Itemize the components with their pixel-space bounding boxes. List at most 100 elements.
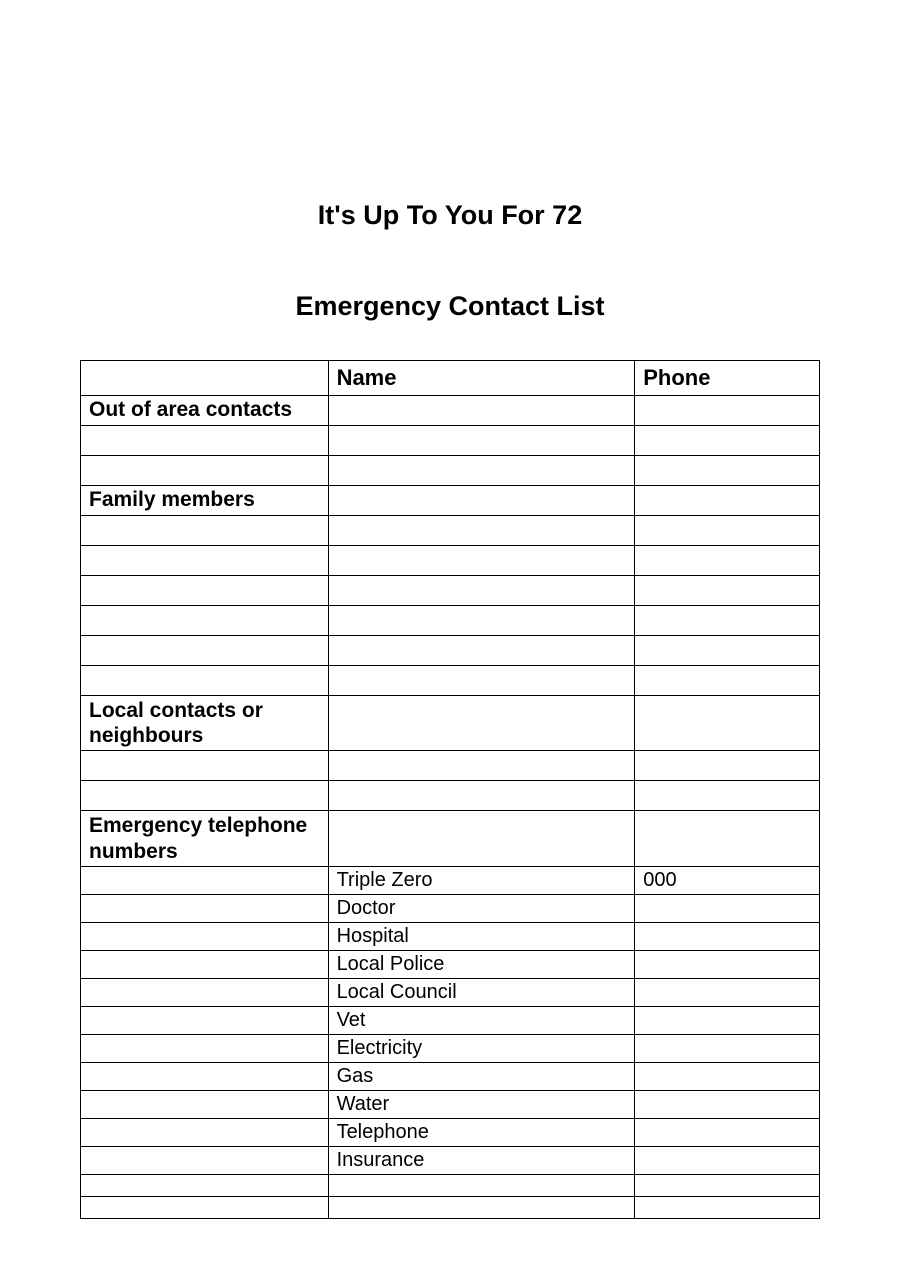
cell-label: [81, 1090, 329, 1118]
cell-name: [328, 1196, 635, 1218]
cell-name: [328, 426, 635, 456]
cell-name: Triple Zero: [328, 866, 635, 894]
cell-label: [81, 426, 329, 456]
table-row: Local Council: [81, 978, 820, 1006]
cell-label: Emergency telephone numbers: [81, 811, 329, 866]
contact-table: Name Phone Out of area contacts Family me…: [80, 360, 820, 1219]
table-row: Family members: [81, 486, 820, 516]
cell-phone: [635, 396, 820, 426]
cell-label: [81, 576, 329, 606]
cell-label: [81, 781, 329, 811]
cell-name: Electricity: [328, 1034, 635, 1062]
cell-name: [328, 396, 635, 426]
table-row: Local Police: [81, 950, 820, 978]
cell-label: [81, 606, 329, 636]
table-row: [81, 1196, 820, 1218]
cell-phone: [635, 1034, 820, 1062]
cell-name: [328, 456, 635, 486]
cell-label: [81, 1034, 329, 1062]
cell-phone: [635, 922, 820, 950]
cell-phone: [635, 636, 820, 666]
cell-phone: 000: [635, 866, 820, 894]
table-row: Doctor: [81, 894, 820, 922]
cell-label: [81, 546, 329, 576]
cell-name: Local Council: [328, 978, 635, 1006]
cell-phone: [635, 751, 820, 781]
cell-phone: [635, 781, 820, 811]
table-row: Electricity: [81, 1034, 820, 1062]
document-page: It's Up To You For 72 Emergency Contact …: [0, 0, 900, 1219]
cell-phone: [635, 486, 820, 516]
cell-phone: [635, 1146, 820, 1174]
cell-label: [81, 922, 329, 950]
cell-label: [81, 1196, 329, 1218]
cell-phone: [635, 1062, 820, 1090]
cell-phone: [635, 546, 820, 576]
cell-phone: [635, 1090, 820, 1118]
table-row: [81, 606, 820, 636]
cell-label: [81, 456, 329, 486]
table-row: Hospital: [81, 922, 820, 950]
cell-label: [81, 516, 329, 546]
cell-name: [328, 546, 635, 576]
cell-label: Out of area contacts: [81, 396, 329, 426]
cell-name: [328, 781, 635, 811]
table-row: [81, 781, 820, 811]
cell-name: [328, 606, 635, 636]
cell-label: [81, 978, 329, 1006]
cell-phone: [635, 811, 820, 866]
cell-phone: [635, 516, 820, 546]
cell-phone: [635, 978, 820, 1006]
cell-label: [81, 950, 329, 978]
cell-name: Doctor: [328, 894, 635, 922]
cell-phone: [635, 576, 820, 606]
table-row: Telephone: [81, 1118, 820, 1146]
header-label: [81, 361, 329, 396]
cell-phone: [635, 606, 820, 636]
table-row: Emergency telephone numbers: [81, 811, 820, 866]
table-row: [81, 666, 820, 696]
cell-label: [81, 636, 329, 666]
cell-name: [328, 811, 635, 866]
cell-label: [81, 1062, 329, 1090]
table-row: [81, 426, 820, 456]
table-row: Out of area contacts: [81, 396, 820, 426]
cell-name: Vet: [328, 1006, 635, 1034]
cell-phone: [635, 426, 820, 456]
table-row: Vet: [81, 1006, 820, 1034]
cell-phone: [635, 1196, 820, 1218]
cell-phone: [635, 950, 820, 978]
header-phone: Phone: [635, 361, 820, 396]
cell-label: [81, 751, 329, 781]
cell-label: [81, 866, 329, 894]
document-title-2: Emergency Contact List: [80, 291, 820, 322]
cell-name: [328, 576, 635, 606]
table-row: [81, 546, 820, 576]
document-title-1: It's Up To You For 72: [80, 200, 820, 231]
table-row: [81, 636, 820, 666]
cell-phone: [635, 894, 820, 922]
cell-name: [328, 636, 635, 666]
table-row: [81, 1174, 820, 1196]
cell-name: Water: [328, 1090, 635, 1118]
cell-label: [81, 1006, 329, 1034]
cell-phone: [635, 1006, 820, 1034]
cell-phone: [635, 696, 820, 751]
cell-label: [81, 1146, 329, 1174]
cell-name: [328, 666, 635, 696]
table-row: Triple Zero000: [81, 866, 820, 894]
table-row: Gas: [81, 1062, 820, 1090]
cell-name: [328, 486, 635, 516]
table-body: Out of area contacts Family members Local …: [81, 396, 820, 1219]
header-name: Name: [328, 361, 635, 396]
cell-label: [81, 1174, 329, 1196]
cell-phone: [635, 1118, 820, 1146]
table-row: Water: [81, 1090, 820, 1118]
table-row: [81, 516, 820, 546]
cell-name: Insurance: [328, 1146, 635, 1174]
table-header-row: Name Phone: [81, 361, 820, 396]
cell-phone: [635, 1174, 820, 1196]
table-row: Insurance: [81, 1146, 820, 1174]
cell-name: [328, 696, 635, 751]
table-row: [81, 456, 820, 486]
